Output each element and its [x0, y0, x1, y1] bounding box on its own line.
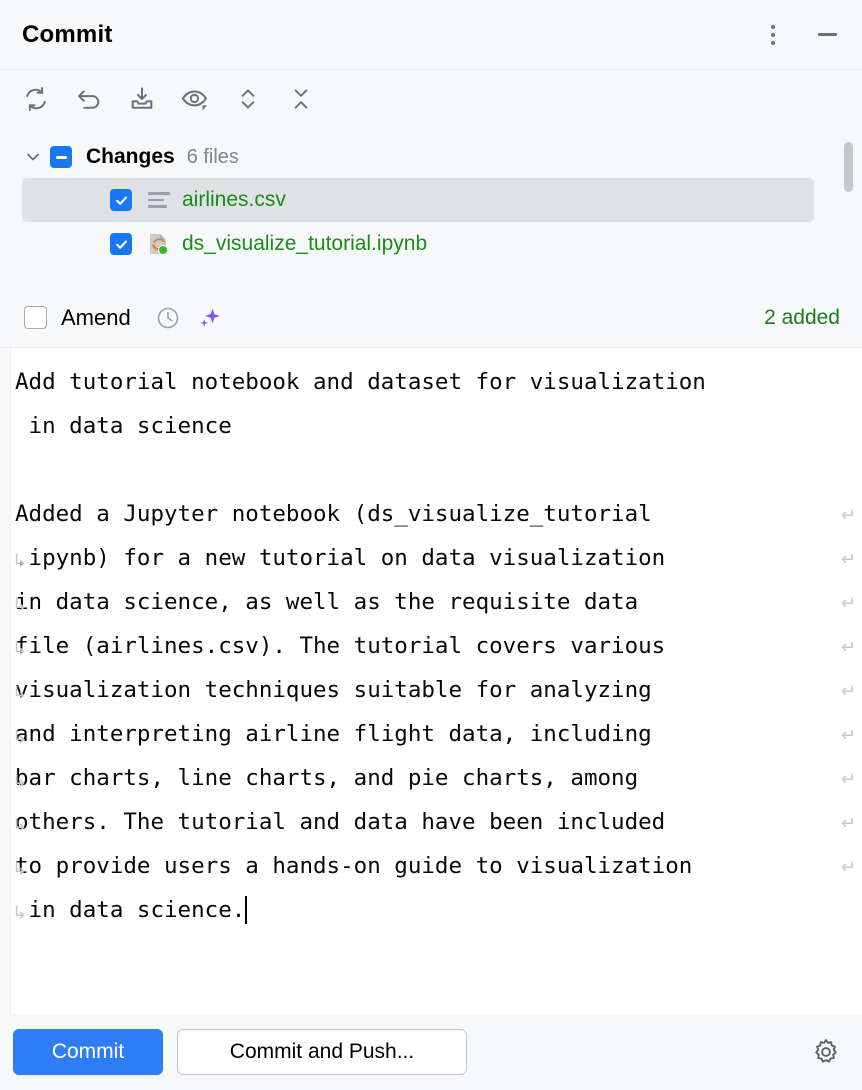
commit-message-line: in data science: [11, 404, 862, 448]
wrap-indicator-right-icon: ↵: [840, 505, 856, 526]
wrap-indicator-left-icon: ↳: [12, 903, 28, 924]
commit-message-line-text: visualization techniques suitable for an…: [15, 677, 652, 703]
commit-message-line: Added a Jupyter notebook (ds_visualize_t…: [11, 492, 862, 536]
file-checkbox-airlines-csv[interactable]: [110, 189, 132, 211]
eye-icon[interactable]: [177, 81, 213, 117]
commit-message-line-text: Add tutorial notebook and dataset for vi…: [15, 369, 706, 395]
wrap-indicator-left-icon: ↳: [12, 683, 28, 704]
rollback-icon[interactable]: [71, 81, 107, 117]
changes-scrollbar[interactable]: [844, 142, 853, 192]
commit-message-line: ↳ file (airlines.csv). The tutorial cover…: [11, 624, 862, 668]
wrap-indicator-right-icon: ↵: [840, 813, 856, 834]
commit-button[interactable]: Commit: [13, 1029, 163, 1075]
titlebar-actions: [760, 22, 840, 48]
more-vertical-icon[interactable]: [760, 22, 786, 48]
file-name-label: ds_visualize_tutorial.ipynb: [182, 232, 428, 255]
commit-message-line: Add tutorial notebook and dataset for vi…: [11, 360, 862, 404]
wrap-indicator-right-icon: ↵: [840, 549, 856, 570]
collapse-all-icon[interactable]: [283, 81, 319, 117]
page-title: Commit: [22, 20, 113, 48]
wrap-indicator-left-icon: ↳: [12, 815, 28, 836]
commit-message-line: ↳ visualization techniques suitable for a…: [11, 668, 862, 712]
changes-file-count: 6 files: [186, 145, 239, 168]
commit-message-line-text: in data science.: [15, 897, 246, 923]
commit-message-line: ↳ and interpreting airline flight data, i…: [11, 712, 862, 756]
wrap-indicator-left-icon: ↳: [12, 859, 28, 880]
csv-file-icon: [146, 187, 172, 213]
amend-checkbox[interactable]: [24, 306, 47, 329]
editor-gutter: [0, 348, 11, 1014]
commit-message-line: ↳ in data science.: [11, 888, 862, 932]
commit-message-line-text: file (airlines.csv). The tutorial covers…: [15, 633, 666, 659]
amend-icon-group: [153, 302, 225, 334]
footer-actions: Commit Commit and Push...: [0, 1014, 862, 1090]
commit-message-line-text: Added a Jupyter notebook (ds_visualize_t…: [15, 501, 652, 527]
commit-message-line-text: .ipynb) for a new tutorial on data visua…: [15, 545, 666, 571]
commit-message-line: ↳ .ipynb) for a new tutorial on data visu…: [11, 536, 862, 580]
commit-message-line-text: to provide users a hands-on guide to vis…: [15, 853, 693, 879]
commit-message-editor[interactable]: Add tutorial notebook and dataset for vi…: [0, 348, 862, 1014]
commit-message-line-text: in data science: [15, 413, 232, 439]
status-badge: 2 added: [764, 305, 840, 329]
commit-message-line: ↳ bar charts, line charts, and pie charts…: [11, 756, 862, 800]
wrap-indicator-right-icon: ↵: [840, 681, 856, 702]
wrap-indicator-right-icon: ↵: [840, 857, 856, 878]
wrap-indicator-left-icon: ↳: [12, 771, 28, 792]
text-caret: [245, 896, 248, 924]
clock-icon[interactable]: [153, 303, 183, 333]
gear-icon[interactable]: [810, 1036, 842, 1068]
expand-collapse-icon[interactable]: [230, 81, 266, 117]
wrap-indicator-right-icon: ↵: [840, 769, 856, 790]
sparkle-icon[interactable]: [193, 302, 225, 334]
wrap-indicator-right-icon: ↵: [840, 637, 856, 658]
commit-message-line: ↳ others. The tutorial and data have been…: [11, 800, 862, 844]
changes-group-checkbox[interactable]: [50, 146, 72, 168]
wrap-indicator-left-icon: ↳: [12, 727, 28, 748]
commit-message-line: ↳ in data science, as well as the requisi…: [11, 580, 862, 624]
commit-message-line-text: bar charts, line charts, and pie charts,…: [15, 765, 639, 791]
wrap-indicator-left-icon: ↳: [12, 639, 28, 660]
wrap-indicator-right-icon: ↵: [840, 725, 856, 746]
shelve-icon[interactable]: [124, 81, 160, 117]
commit-and-push-button[interactable]: Commit and Push...: [177, 1029, 467, 1075]
refresh-icon[interactable]: [18, 81, 54, 117]
changes-group-label: Changes: [86, 145, 175, 168]
commit-message-line-text: others. The tutorial and data have been …: [15, 809, 666, 835]
file-name-label: airlines.csv: [182, 188, 286, 211]
commit-tool-window: Commit Changes 6 files airlines.csv ds_v…: [0, 0, 862, 1090]
changes-toolbar: [0, 70, 862, 128]
wrap-indicator-right-icon: ↵: [840, 593, 856, 614]
commit-message-line: [11, 448, 862, 492]
jupyter-notebook-icon: [146, 231, 172, 257]
chevron-down-icon[interactable]: [22, 146, 44, 168]
commit-message-text[interactable]: Add tutorial notebook and dataset for vi…: [11, 348, 862, 1014]
file-checkbox-ds-visualize-tutorial-ipynb[interactable]: [110, 233, 132, 255]
commit-message-line-text: in data science, as well as the requisit…: [15, 589, 639, 615]
changes-group-row[interactable]: Changes 6 files: [0, 136, 862, 178]
minimize-icon[interactable]: [814, 22, 840, 48]
commit-message-line-text: and interpreting airline flight data, in…: [15, 721, 652, 747]
commit-message-line: ↳ to provide users a hands-on guide to vi…: [11, 844, 862, 888]
changes-file-row-airlines-csv[interactable]: airlines.csv: [22, 178, 814, 222]
titlebar: Commit: [0, 0, 862, 70]
changes-tree: Changes 6 files airlines.csv ds_visualiz…: [0, 128, 862, 288]
changes-file-row-ds-visualize-tutorial-ipynb[interactable]: ds_visualize_tutorial.ipynb: [22, 222, 814, 266]
wrap-indicator-left-icon: ↳: [12, 551, 28, 572]
amend-row: Amend 2 added: [0, 288, 862, 348]
amend-label: Amend: [61, 304, 131, 330]
wrap-indicator-left-icon: ↳: [12, 595, 28, 616]
